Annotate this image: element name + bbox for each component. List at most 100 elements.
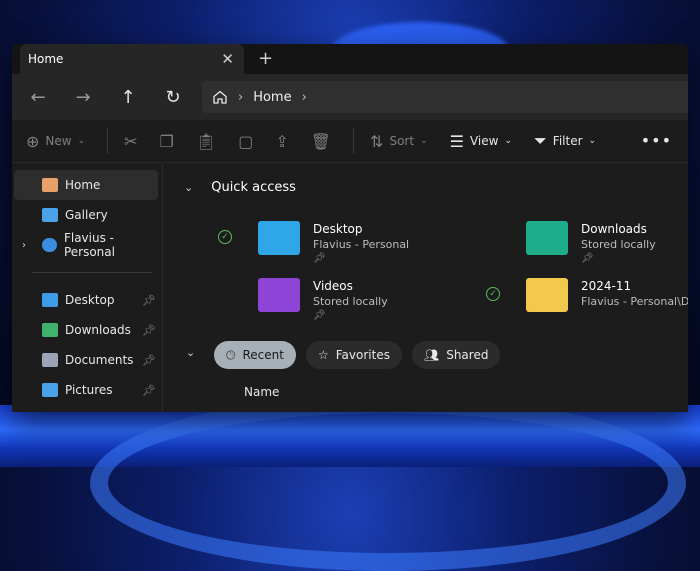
content-pane: ⌄ Quick access ✓ Desktop Flavius - Perso…	[164, 164, 688, 412]
sort-icon: ⇅	[370, 131, 384, 151]
paste-button[interactable]: 📋︎	[196, 132, 216, 151]
toolbar-divider	[107, 128, 109, 154]
more-options-icon[interactable]: •••	[641, 131, 672, 150]
view-label: View	[469, 134, 499, 148]
pin-icon: 📌︎	[313, 253, 326, 264]
cut-button[interactable]: ✂	[124, 132, 137, 151]
chevron-down-icon: ⌄	[420, 136, 428, 146]
sidebar-item-onedrive[interactable]: › Flavius - Personal	[12, 230, 162, 260]
refresh-icon: ↻	[165, 86, 181, 108]
wallpaper-bloom-ring	[90, 395, 686, 571]
scissors-icon: ✂	[124, 131, 138, 151]
folder-location: Flavius - Personal\D...	[581, 295, 688, 308]
new-label: New	[45, 134, 72, 148]
chip-shared[interactable]: 👥︎ Shared	[411, 341, 501, 369]
gallery-icon	[42, 208, 58, 222]
folder-name: Desktop	[313, 222, 363, 236]
sidebar-item-label: Flavius - Personal	[63, 231, 115, 259]
chip-label: Favorites	[335, 348, 390, 362]
download-icon	[42, 323, 58, 337]
view-list-icon: ☰	[449, 131, 464, 151]
chevron-down-icon: ⌄	[504, 136, 512, 146]
sidebar-item-label: Desktop	[65, 293, 115, 307]
file-explorer-window: Home ✕ + ← → ↑ ↻ › Home › ⊕ New ⌄ ✂ ❐ 📋︎…	[12, 44, 688, 412]
pin-icon: 📌︎	[142, 353, 156, 367]
navigation-bar: ← → ↑ ↻ › Home ›	[12, 74, 688, 120]
chip-label: Shared	[446, 348, 489, 362]
sidebar-item-home[interactable]: Home	[14, 170, 158, 200]
chevron-down-icon: ⌄	[588, 136, 597, 146]
folder-name: 2024-11	[581, 279, 632, 293]
sidebar-item-documents[interactable]: Documents 📌︎	[12, 345, 162, 375]
arrow-up-icon: ↑	[120, 86, 136, 108]
column-header-name[interactable]: Name	[244, 385, 279, 399]
sidebar-item-desktop[interactable]: Desktop 📌︎	[12, 285, 162, 315]
pin-icon: 📌︎	[142, 293, 156, 307]
sidebar-item-downloads[interactable]: Downloads 📌︎	[12, 315, 162, 345]
folder-downloads-icon	[526, 221, 568, 255]
file-filter-chips: 🕒︎ Recent ☆ Favorites 👥︎ Shared	[214, 341, 501, 369]
home-icon[interactable]	[212, 89, 228, 105]
home-icon	[42, 178, 58, 192]
sidebar-item-label: Downloads	[65, 323, 131, 337]
chevron-down-icon: ⌄	[77, 136, 86, 146]
share-icon: ⇪	[275, 131, 289, 151]
delete-button[interactable]: 🗑︎	[311, 132, 331, 151]
chevron-right-icon[interactable]: ›	[22, 240, 26, 251]
pin-icon: 📌︎	[142, 323, 156, 337]
address-bar[interactable]: › Home ›	[202, 81, 688, 113]
view-button[interactable]: ☰ View ⌄	[450, 132, 512, 151]
pin-icon: 📌︎	[313, 310, 326, 321]
sidebar-divider	[32, 272, 152, 273]
chip-label: Recent	[242, 348, 284, 362]
pictures-icon	[42, 383, 58, 397]
breadcrumb-separator-icon[interactable]: ›	[238, 90, 243, 105]
chevron-down-icon[interactable]: ⌄	[184, 181, 193, 194]
pin-icon: 📌︎	[581, 253, 594, 264]
breadcrumb-home[interactable]: Home	[253, 90, 291, 105]
breadcrumb-separator-icon[interactable]: ›	[302, 90, 307, 105]
chip-recent[interactable]: 🕒︎ Recent	[214, 341, 296, 369]
rename-button[interactable]: ▢	[238, 132, 253, 151]
folder-location: Stored locally	[313, 295, 388, 308]
sort-button[interactable]: ⇅ Sort ⌄	[370, 132, 428, 151]
rename-icon: ▢	[238, 131, 254, 151]
folder-icon	[526, 278, 568, 312]
forward-button[interactable]: →	[65, 81, 101, 113]
up-button[interactable]: ↑	[110, 81, 146, 113]
chevron-down-icon[interactable]: ⌄	[186, 346, 195, 359]
close-tab-icon[interactable]: ✕	[221, 50, 234, 68]
command-bar: ⊕ New ⌄ ✂ ❐ 📋︎ ▢ ⇪ 🗑︎ ⇅ Sort ⌄ ☰ View ⌄ …	[12, 120, 688, 163]
sidebar-item-label: Gallery	[65, 208, 108, 222]
star-icon: ☆	[317, 348, 329, 362]
sidebar-item-gallery[interactable]: Gallery	[12, 200, 162, 230]
refresh-button[interactable]: ↻	[155, 81, 191, 113]
sort-label: Sort	[389, 134, 415, 148]
sidebar-item-label: Home	[65, 178, 101, 192]
tab-strip: Home ✕ +	[12, 44, 688, 74]
new-button[interactable]: ⊕ New ⌄	[26, 132, 85, 151]
sidebar-item-label: Pictures	[65, 383, 113, 397]
share-button[interactable]: ⇪	[275, 132, 288, 151]
synced-check-icon: ✓	[218, 230, 232, 244]
sidebar-item-pictures[interactable]: Pictures 📌︎	[12, 375, 162, 405]
chip-favorites[interactable]: ☆ Favorites	[305, 341, 402, 369]
explorer-body: Home Gallery › Flavius - Personal Deskto…	[12, 164, 688, 412]
trash-icon: 🗑︎	[310, 131, 332, 151]
quick-access-header[interactable]: ⌄ Quick access	[184, 180, 296, 195]
arrow-left-icon: ←	[30, 86, 46, 108]
copy-button[interactable]: ❐	[160, 132, 174, 151]
filter-icon: ⏷	[533, 131, 547, 150]
copy-icon: ❐	[159, 131, 174, 151]
folder-location: Stored locally	[581, 238, 656, 251]
folder-name: Videos	[313, 279, 353, 293]
pin-icon: 📌︎	[142, 383, 156, 397]
tab-home[interactable]: Home ✕	[20, 44, 244, 74]
synced-check-icon: ✓	[486, 287, 500, 301]
filter-button[interactable]: ⏷ Filter ⌄	[534, 131, 596, 151]
new-tab-icon[interactable]: +	[258, 48, 273, 69]
back-button[interactable]: ←	[20, 81, 56, 113]
clock-icon: 🕒︎	[226, 347, 236, 362]
folder-name: Downloads	[581, 222, 647, 236]
sidebar-item-label: Documents	[65, 353, 134, 367]
